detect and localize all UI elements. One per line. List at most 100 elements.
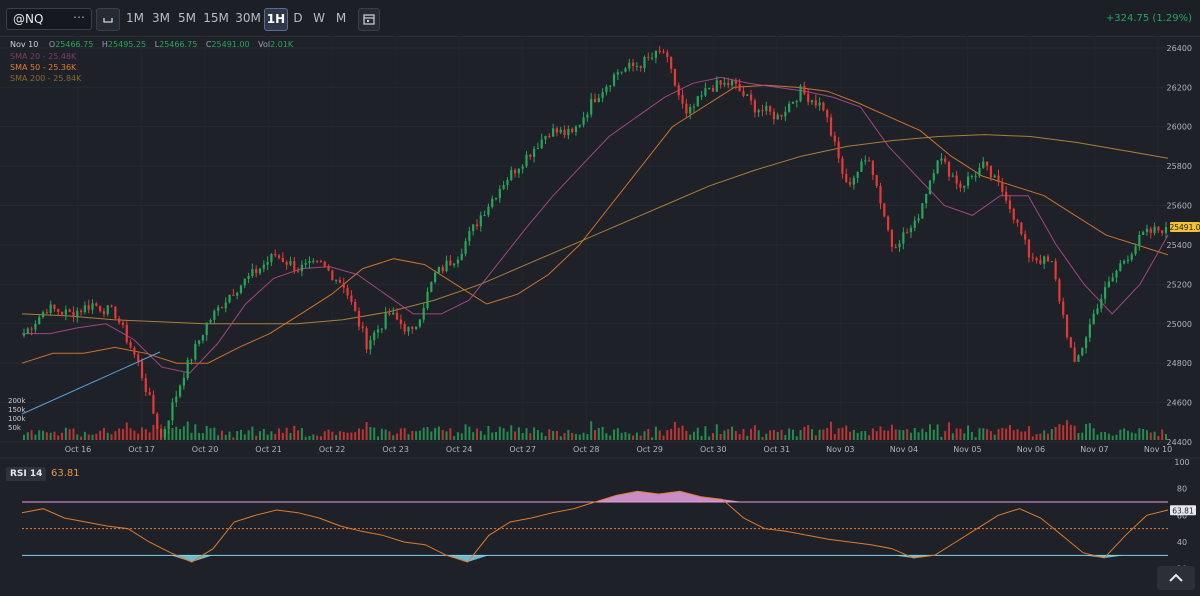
volume-bar (430, 431, 433, 440)
candle-body (673, 68, 677, 86)
candle-body (643, 56, 646, 69)
candle-body (64, 309, 67, 315)
volume-bar (34, 434, 37, 440)
volume-bar (23, 434, 25, 440)
timeframe-m[interactable]: M (333, 8, 349, 29)
volume-bar (464, 424, 467, 440)
candle-body (1092, 313, 1095, 325)
more-icon[interactable]: ⋯ (73, 10, 86, 24)
volume-bar (479, 430, 482, 440)
candle-type-icon[interactable] (96, 8, 120, 31)
timeframe-5m[interactable]: 5M (176, 8, 198, 29)
timeframe-d[interactable]: D (290, 8, 306, 29)
volume-bar (1077, 432, 1080, 440)
candle-body (639, 65, 642, 69)
volume-bar (1001, 428, 1004, 440)
candle-body (1069, 337, 1072, 348)
candle-body (331, 270, 334, 281)
calendar-icon[interactable] (358, 8, 380, 31)
volume-bar (647, 428, 650, 440)
candle-body (125, 324, 128, 343)
timeframe-1h[interactable]: 1H (264, 8, 288, 31)
candle-body (217, 307, 220, 311)
price-chart[interactable]: 2440024600248002500025200254002560025800… (0, 36, 1200, 592)
candle-body (985, 161, 989, 166)
volume-bar (434, 427, 437, 440)
candle-body (346, 287, 349, 296)
volume-bar (909, 432, 912, 440)
timeframe-w[interactable]: W (311, 8, 327, 29)
candle-body (1130, 254, 1133, 260)
candle-body (1153, 226, 1156, 233)
volume-bar (715, 424, 718, 440)
volume-bar (613, 429, 616, 440)
rsi-tick-label: 80 (1177, 485, 1187, 494)
volume-bar (373, 427, 376, 440)
candle-body (681, 95, 684, 104)
y-tick-label: 24600 (1167, 399, 1192, 408)
candle-body (571, 128, 574, 133)
volume-bar (616, 428, 619, 440)
volume-bar (194, 424, 197, 440)
candle-body (841, 158, 844, 174)
candle-body (959, 183, 962, 188)
candle-body (274, 254, 277, 256)
volume-bar (944, 431, 947, 440)
candle-body (932, 173, 935, 181)
candle-body (692, 106, 696, 108)
chart-area[interactable]: 24400 24600 24800 25000 25200 25400 25600 25800… (0, 36, 1200, 592)
candle-body (970, 176, 973, 178)
volume-bar (902, 430, 905, 440)
volume-bar (685, 430, 688, 440)
x-tick-label: Oct 22 (319, 445, 346, 454)
candle-body (53, 304, 56, 309)
candle-body (704, 88, 707, 96)
volume-bar (826, 427, 829, 440)
scroll-up-button[interactable] (1157, 566, 1195, 590)
candle-body (700, 95, 703, 97)
candle-body (380, 328, 383, 330)
candle-body (1016, 219, 1019, 223)
y-tick-label: 25400 (1167, 241, 1192, 250)
symbol-input[interactable]: @NQ ⋯ (6, 8, 92, 30)
timeframe-3m[interactable]: 3M (150, 8, 172, 29)
timeframe-15m[interactable]: 15M (202, 8, 230, 29)
candle-body (110, 305, 113, 307)
candle-body (472, 224, 475, 232)
volume-bar (483, 434, 486, 440)
candle-body (1050, 261, 1053, 263)
candle-body (989, 165, 992, 178)
candle-body (1126, 259, 1130, 262)
volume-bar (822, 429, 825, 440)
volume-bar (171, 428, 174, 440)
volume-bar (700, 435, 703, 440)
volume-bar (68, 429, 71, 440)
volume-bar (986, 429, 989, 440)
volume-bar (517, 427, 520, 440)
candle-body (1077, 355, 1080, 362)
volume-bar (133, 430, 136, 440)
volume-bar (396, 433, 399, 440)
x-tick-label: Nov 10 (1144, 445, 1172, 454)
volume-bar (795, 436, 798, 440)
volume-bar (632, 435, 635, 440)
sma200-line (21, 134, 1169, 325)
volume-bar (1069, 424, 1072, 440)
candle-body (917, 218, 920, 221)
candle-body (175, 396, 178, 403)
volume-bar (708, 436, 711, 440)
volume-bar (87, 434, 90, 440)
timeframe-30m[interactable]: 30M (234, 8, 262, 29)
candle-body (289, 261, 292, 265)
timeframe-1m[interactable]: 1M (124, 8, 146, 29)
candle-body (544, 135, 547, 140)
candle-body (266, 262, 269, 265)
candle-body (148, 392, 151, 395)
volume-bar (605, 433, 608, 440)
volume-bar (1054, 426, 1057, 440)
volume-bar (890, 424, 893, 440)
candle-body (799, 85, 802, 102)
candle-body (738, 83, 741, 92)
legend-low: 25466.75 (159, 40, 198, 49)
candle-body (1084, 337, 1088, 349)
